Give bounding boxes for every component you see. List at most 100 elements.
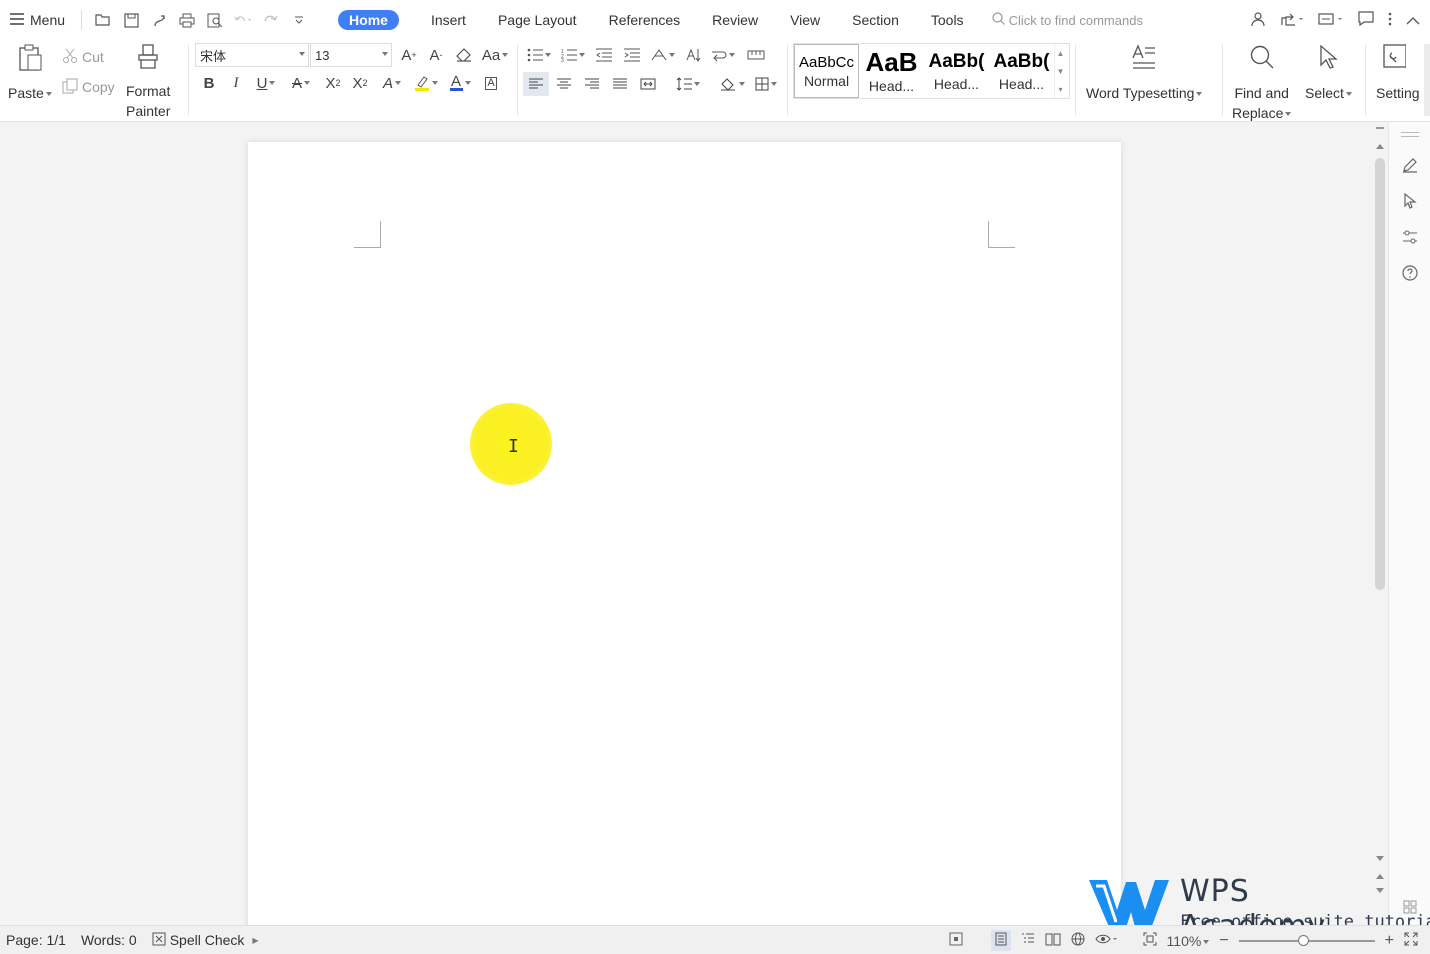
decrease-font-icon[interactable]: A- xyxy=(423,43,449,67)
zoom-slider-knob[interactable] xyxy=(1297,934,1309,946)
outline-view-icon[interactable] xyxy=(1021,932,1035,949)
sort-icon[interactable] xyxy=(681,43,707,67)
italic-icon[interactable]: I xyxy=(223,71,249,95)
tab-insert[interactable]: Insert xyxy=(415,0,482,40)
zoom-level[interactable]: 110% xyxy=(1167,933,1210,949)
numbering-icon[interactable]: 123 xyxy=(558,43,588,67)
spell-check-button[interactable]: Spell Check ▶ xyxy=(152,932,259,949)
underline-icon[interactable]: U xyxy=(250,71,282,95)
clear-format-icon[interactable] xyxy=(451,43,477,67)
highlight-icon[interactable] xyxy=(410,71,442,95)
sync-icon[interactable] xyxy=(1318,11,1344,30)
scroll-down-icon[interactable] xyxy=(1376,856,1384,861)
print-preview-icon[interactable] xyxy=(206,11,224,29)
align-center-icon[interactable] xyxy=(551,72,577,96)
chevron-down-icon[interactable]: ▼ xyxy=(1057,67,1065,76)
collapse-ribbon-icon[interactable] xyxy=(1406,13,1420,28)
style-normal[interactable]: AaBbCc Normal xyxy=(794,44,859,98)
tab-home[interactable]: Home xyxy=(322,0,415,40)
justify-icon[interactable] xyxy=(607,72,633,96)
settings-button[interactable]: Setting xyxy=(1370,44,1424,120)
increase-font-icon[interactable]: A + xyxy=(396,43,422,67)
main-menu-button[interactable]: Menu xyxy=(0,0,75,40)
increase-indent-icon[interactable] xyxy=(619,43,645,67)
redo-icon[interactable] xyxy=(262,11,280,29)
find-replace-button[interactable]: Find and Replace xyxy=(1232,44,1292,123)
comment-icon[interactable] xyxy=(1358,11,1374,29)
help-icon[interactable] xyxy=(1400,263,1420,283)
scroll-thumb[interactable] xyxy=(1375,158,1385,590)
ruler-icon[interactable] xyxy=(743,43,769,67)
font-name-select[interactable]: 宋体 xyxy=(195,43,309,67)
cut-button[interactable]: Cut xyxy=(62,46,104,68)
shading-icon[interactable] xyxy=(716,72,748,96)
save-icon[interactable] xyxy=(122,11,140,29)
ribbon-scroll-right[interactable] xyxy=(1424,44,1430,116)
text-direction-icon[interactable] xyxy=(648,43,678,67)
font-color-icon[interactable]: A xyxy=(444,71,476,95)
document-page[interactable] xyxy=(248,142,1121,925)
undo-icon[interactable] xyxy=(234,11,252,29)
style-heading-1[interactable]: AaB Head... xyxy=(859,44,924,98)
focus-mode-icon[interactable] xyxy=(949,932,963,949)
strikethrough-icon[interactable]: A xyxy=(285,71,317,95)
scroll-up-icon[interactable] xyxy=(1376,144,1384,149)
fit-page-icon[interactable] xyxy=(1143,932,1157,949)
page-indicator[interactable]: Page: 1/1 xyxy=(6,932,66,948)
command-search[interactable]: Click to find commands xyxy=(991,12,1143,28)
subscript-icon[interactable]: X2 xyxy=(347,71,373,95)
more-styles-icon[interactable]: ▾ xyxy=(1058,85,1062,94)
align-right-icon[interactable] xyxy=(579,72,605,96)
zoom-in-icon[interactable]: + xyxy=(1385,932,1394,950)
tab-tools[interactable]: Tools xyxy=(915,0,980,40)
line-break-icon[interactable] xyxy=(708,43,738,67)
bullets-icon[interactable] xyxy=(524,43,554,67)
style-heading-3[interactable]: AaBb( Head... xyxy=(989,44,1054,98)
format-painter-button[interactable]: Format Painter xyxy=(126,44,170,121)
web-view-icon[interactable] xyxy=(1071,932,1085,949)
customize-toolbar-icon[interactable] xyxy=(290,11,308,29)
page-view-icon[interactable] xyxy=(990,930,1011,951)
styles-scroll[interactable]: ▲ ▼ ▾ xyxy=(1054,44,1066,98)
scroll-top-icon[interactable] xyxy=(1376,127,1384,129)
tab-page-layout[interactable]: Page Layout xyxy=(482,0,593,40)
print-icon[interactable] xyxy=(178,11,196,29)
export-pdf-icon[interactable] xyxy=(150,11,168,29)
style-heading-2[interactable]: AaBb( Head... xyxy=(924,44,989,98)
pen-icon[interactable] xyxy=(1400,155,1420,175)
eye-protection-icon[interactable] xyxy=(1094,932,1119,949)
superscript-icon[interactable]: X2 xyxy=(320,71,346,95)
character-border-icon[interactable]: A xyxy=(478,71,504,95)
word-count[interactable]: Words: 0 xyxy=(81,932,137,948)
fullscreen-icon[interactable] xyxy=(1404,932,1418,949)
zoom-out-icon[interactable]: − xyxy=(1219,932,1228,950)
line-spacing-icon[interactable] xyxy=(672,72,704,96)
zoom-slider[interactable] xyxy=(1238,934,1375,946)
font-size-select[interactable]: 13 xyxy=(310,43,392,67)
document-area[interactable] xyxy=(0,122,1372,925)
tab-section[interactable]: Section xyxy=(836,0,915,40)
align-left-icon[interactable] xyxy=(523,72,549,96)
bold-icon[interactable]: B xyxy=(196,71,222,95)
decrease-indent-icon[interactable] xyxy=(591,43,617,67)
collaborate-icon[interactable] xyxy=(1250,11,1266,30)
tab-review[interactable]: Review xyxy=(696,0,774,40)
chevron-up-icon[interactable]: ▲ xyxy=(1057,49,1065,58)
word-typesetting-button[interactable]: Word Typesetting xyxy=(1086,44,1203,103)
share-icon[interactable] xyxy=(1280,11,1304,30)
tab-view[interactable]: View xyxy=(774,0,836,40)
borders-icon[interactable] xyxy=(750,72,782,96)
paste-button[interactable]: Paste xyxy=(8,44,52,103)
distributed-icon[interactable] xyxy=(635,72,661,96)
select-button[interactable]: Select xyxy=(1305,44,1352,103)
text-effect-icon[interactable]: A xyxy=(376,71,408,95)
vertical-scrollbar[interactable] xyxy=(1372,122,1388,925)
open-folder-icon[interactable] xyxy=(94,11,112,29)
more-options-icon[interactable] xyxy=(1388,12,1392,29)
sliders-icon[interactable] xyxy=(1400,227,1420,247)
copy-button[interactable]: Copy xyxy=(62,76,115,98)
reading-view-icon[interactable] xyxy=(1045,932,1061,949)
tab-references[interactable]: References xyxy=(593,0,697,40)
select-pointer-icon[interactable] xyxy=(1400,191,1420,211)
change-case-icon[interactable]: Aa xyxy=(480,43,510,67)
